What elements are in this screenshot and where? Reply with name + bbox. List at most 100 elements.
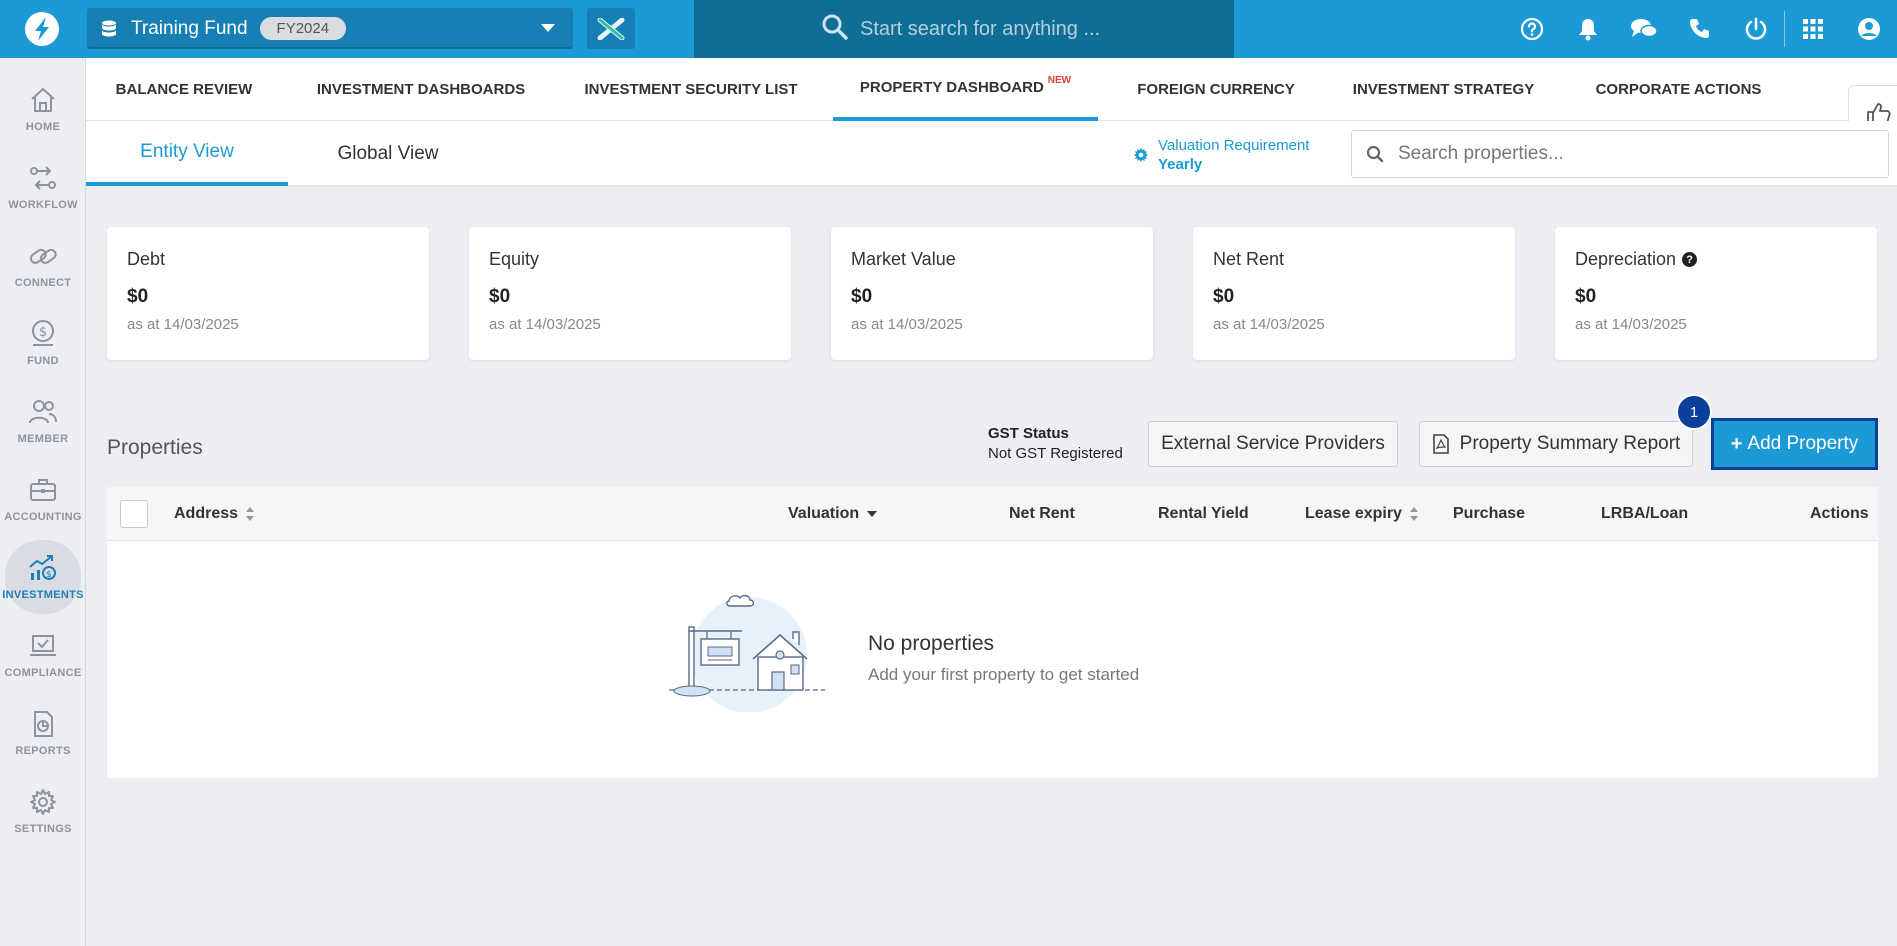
sidebar-item-settings[interactable]: SETTINGS	[5, 774, 81, 848]
card-value: $0	[127, 286, 149, 307]
report-icon	[34, 711, 53, 737]
sidebar-item-label: SETTINGS	[14, 823, 72, 835]
power-icon[interactable]	[1728, 0, 1784, 58]
property-search	[1351, 130, 1889, 178]
valuation-requirement[interactable]: Valuation Requirement Yearly	[1132, 137, 1309, 173]
pdf-file-icon	[1432, 434, 1449, 454]
workflow-icon	[30, 166, 56, 190]
sidebar-item-label: ACCOUNTING	[4, 511, 82, 523]
tab-label: FOREIGN CURRENCY	[1137, 81, 1295, 98]
column-header-lease-expiry[interactable]: Lease expiry	[1305, 487, 1419, 541]
chat-icon[interactable]	[1616, 0, 1672, 58]
investments-icon: $	[29, 555, 56, 580]
fund-selector[interactable]: Training Fund FY2024	[87, 8, 573, 49]
plus-icon: +	[1730, 432, 1743, 455]
card-title: Market Value	[851, 249, 956, 269]
sidebar-item-label: MEMBER	[17, 433, 69, 445]
dollar-coin-icon: $	[32, 320, 54, 346]
xero-logo-icon	[597, 17, 625, 40]
column-label: Purchase	[1453, 505, 1526, 522]
column-label: Rental Yield	[1158, 505, 1249, 522]
tab-corporate-actions[interactable]: CORPORATE ACTIONS	[1576, 58, 1781, 121]
column-label: Lease expiry	[1305, 505, 1402, 522]
sidebar-item-label: REPORTS	[15, 745, 71, 757]
help-icon[interactable]: ?	[1682, 252, 1698, 267]
bell-icon[interactable]	[1560, 0, 1616, 58]
card-date: as at 14/03/2025	[1575, 316, 1687, 333]
card-title-row: Depreciation ?	[1575, 249, 1857, 270]
link-icon	[29, 248, 57, 264]
property-summary-report-button[interactable]: Property Summary Report	[1419, 421, 1693, 467]
svg-text:$: $	[46, 570, 52, 580]
tab-investment-dashboards[interactable]: INVESTMENT DASHBOARDS	[316, 58, 526, 121]
tab-label: INVESTMENT SECURITY LIST	[584, 81, 798, 98]
phone-icon[interactable]	[1672, 0, 1728, 58]
app-logo-icon[interactable]	[22, 9, 62, 49]
sidebar-item-investments[interactable]: $ INVESTMENTS	[2, 540, 83, 614]
top-bar: Training Fund FY2024	[0, 0, 1897, 58]
gst-status-title: GST Status	[988, 425, 1069, 442]
card-date: as at 14/03/2025	[127, 316, 239, 333]
search-icon	[822, 14, 848, 40]
tab-balance-review[interactable]: BALANCE REVIEW	[104, 58, 264, 121]
column-header-address[interactable]: Address	[174, 487, 255, 541]
laptop-check-icon	[30, 635, 56, 656]
sidebar-item-label: COMPLIANCE	[4, 667, 82, 679]
sort-icon	[246, 507, 255, 521]
properties-table: Address Valuation Net Rent Rental Yield …	[107, 487, 1878, 778]
button-label: Property Summary Report	[1459, 433, 1681, 454]
empty-state-title: No properties	[868, 632, 995, 655]
card-date: as at 14/03/2025	[1213, 316, 1325, 333]
tab-entity-view[interactable]: Entity View	[86, 121, 288, 186]
card-title: Debt	[127, 249, 166, 269]
step-indicator-badge: 1	[1676, 394, 1712, 430]
sidebar-item-accounting[interactable]: ACCOUNTING	[4, 462, 82, 536]
select-all-checkbox[interactable]	[120, 500, 148, 528]
tab-investment-security-list[interactable]: INVESTMENT SECURITY LIST	[581, 58, 801, 121]
sidebar-item-connect[interactable]: CONNECT	[5, 228, 81, 302]
column-label: Actions	[1810, 505, 1869, 522]
tab-property-dashboard[interactable]: PROPERTY DASHBOARD NEW	[833, 58, 1098, 121]
sidebar-item-label: FUND	[27, 355, 59, 367]
fund-name: Training Fund	[131, 17, 248, 39]
xero-button[interactable]	[587, 8, 635, 49]
add-property-button[interactable]: + Add Property	[1711, 418, 1878, 470]
tab-label: Global View	[337, 142, 439, 164]
gst-status: GST Status Not GST Registered	[988, 425, 1123, 462]
tab-label: Entity View	[140, 140, 234, 162]
sidebar-item-fund[interactable]: $ FUND	[5, 306, 81, 380]
fiscal-year-badge: FY2024	[259, 17, 347, 40]
apps-grid-icon[interactable]	[1785, 0, 1841, 58]
sidebar-item-home[interactable]: HOME	[5, 72, 81, 146]
sidebar-item-reports[interactable]: REPORTS	[5, 696, 81, 770]
column-header-rental-yield: Rental Yield	[1158, 487, 1249, 541]
gear-icon	[30, 789, 56, 815]
tab-foreign-currency[interactable]: FOREIGN CURRENCY	[1123, 58, 1309, 121]
card-equity: Equity $0 as at 14/03/2025	[469, 227, 791, 360]
valuation-value: Yearly	[1158, 156, 1203, 173]
column-label: LRBA/Loan	[1601, 505, 1689, 522]
card-title: Net Rent	[1213, 249, 1285, 269]
external-service-providers-button[interactable]: External Service Providers	[1148, 421, 1398, 467]
new-badge: NEW	[1047, 75, 1072, 86]
user-icon[interactable]	[1841, 0, 1897, 58]
global-search-input[interactable]	[860, 17, 1160, 41]
help-icon[interactable]	[1504, 0, 1560, 58]
sort-desc-icon	[867, 511, 878, 517]
tab-label: BALANCE REVIEW	[115, 81, 253, 98]
column-header-net-rent: Net Rent	[1009, 487, 1075, 541]
sidebar-item-label: WORKFLOW	[8, 199, 78, 211]
property-search-input[interactable]	[1398, 143, 1858, 165]
empty-property-illustration	[669, 594, 825, 712]
tab-label: CORPORATE ACTIONS	[1595, 81, 1762, 98]
chevron-down-icon	[541, 24, 555, 32]
sidebar-item-workflow[interactable]: WORKFLOW	[5, 150, 81, 224]
column-header-valuation[interactable]: Valuation	[788, 487, 878, 541]
sort-icon	[1409, 507, 1418, 521]
column-label: Valuation	[788, 505, 860, 522]
tab-global-view[interactable]: Global View	[288, 121, 488, 186]
tab-investment-strategy[interactable]: INVESTMENT STRATEGY	[1341, 58, 1546, 121]
sidebar-item-compliance[interactable]: COMPLIANCE	[5, 618, 81, 692]
members-icon	[29, 400, 57, 424]
sidebar-item-member[interactable]: MEMBER	[5, 384, 81, 458]
